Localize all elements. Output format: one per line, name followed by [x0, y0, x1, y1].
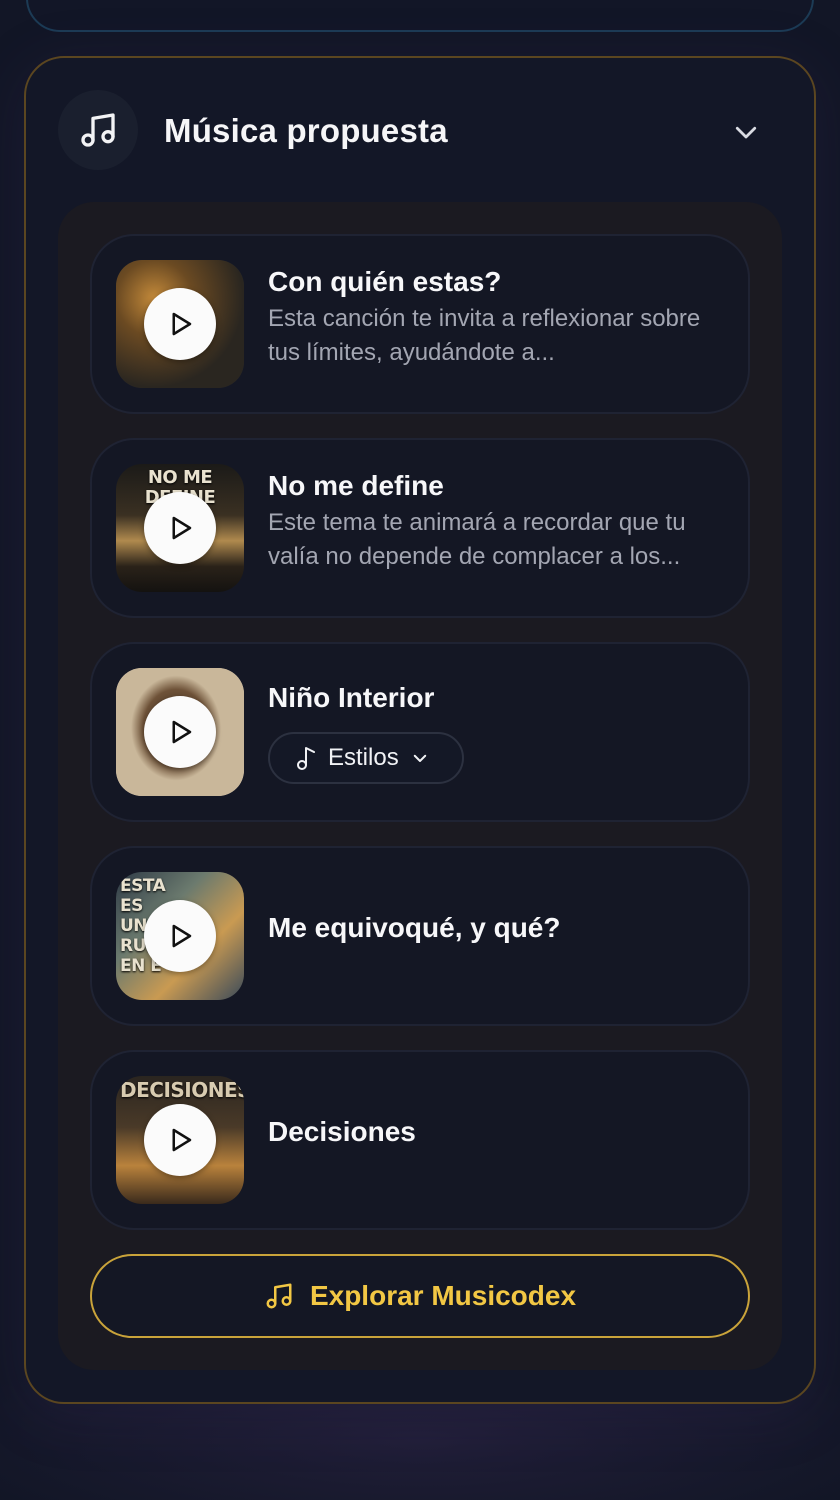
- play-icon: [172, 1128, 192, 1152]
- styles-dropdown[interactable]: Estilos: [268, 732, 464, 784]
- album-art: [116, 668, 244, 796]
- previous-card: [26, 0, 814, 32]
- play-icon: [172, 312, 192, 336]
- album-art: NO ME DEFINE: [116, 464, 244, 592]
- album-art: DECISIONES: [116, 1076, 244, 1204]
- track-description: Este tema te animará a recordar que tu v…: [268, 509, 686, 570]
- music-note-icon: [297, 747, 315, 770]
- play-button[interactable]: [144, 288, 216, 360]
- track-card[interactable]: DECISIONES Decisiones: [90, 1050, 750, 1230]
- track-list-panel: Con quién estas? Esta canción te invita …: [58, 202, 782, 1370]
- play-button[interactable]: [144, 492, 216, 564]
- chevron-down-icon[interactable]: [730, 116, 762, 148]
- play-icon: [172, 924, 192, 948]
- section-title: Música propuesta: [164, 112, 448, 149]
- explore-musicodex-button[interactable]: Explorar Musicodex: [90, 1254, 750, 1338]
- music-note-icon: [58, 90, 138, 170]
- play-button[interactable]: [144, 1104, 216, 1176]
- section-header[interactable]: Música propuesta: [58, 90, 782, 174]
- track-card[interactable]: ESTA ES UNA RUINA EN E Me equivoqué, y q…: [90, 846, 750, 1026]
- play-button[interactable]: [144, 696, 216, 768]
- album-art: [116, 260, 244, 388]
- track-title: Con quién estas?: [268, 266, 502, 297]
- track-description: Esta canción te invita a reflexionar sob…: [268, 305, 701, 366]
- track-title: Decisiones: [268, 1116, 416, 1147]
- music-note-icon: [266, 1283, 292, 1309]
- track-card[interactable]: NO ME DEFINE No me define Este tema te a…: [90, 438, 750, 618]
- track-card[interactable]: Niño Interior Estilos: [90, 642, 750, 822]
- track-card[interactable]: Con quién estas? Esta canción te invita …: [90, 234, 750, 414]
- track-title: Niño Interior: [268, 682, 435, 713]
- album-art-text: DECISIONES: [120, 1078, 244, 1102]
- suggested-music-section: Música propuesta Con quién estas? Esta c…: [24, 56, 816, 1404]
- album-art: ESTA ES UNA RUINA EN E: [116, 872, 244, 1000]
- track-title: No me define: [268, 470, 444, 501]
- track-title: Me equivoqué, y qué?: [268, 912, 561, 943]
- play-icon: [172, 720, 192, 744]
- play-icon: [172, 516, 192, 540]
- explore-button-label: Explorar Musicodex: [309, 1280, 577, 1311]
- styles-label: Estilos: [328, 744, 399, 771]
- play-button[interactable]: [144, 900, 216, 972]
- chevron-down-icon: [413, 754, 426, 762]
